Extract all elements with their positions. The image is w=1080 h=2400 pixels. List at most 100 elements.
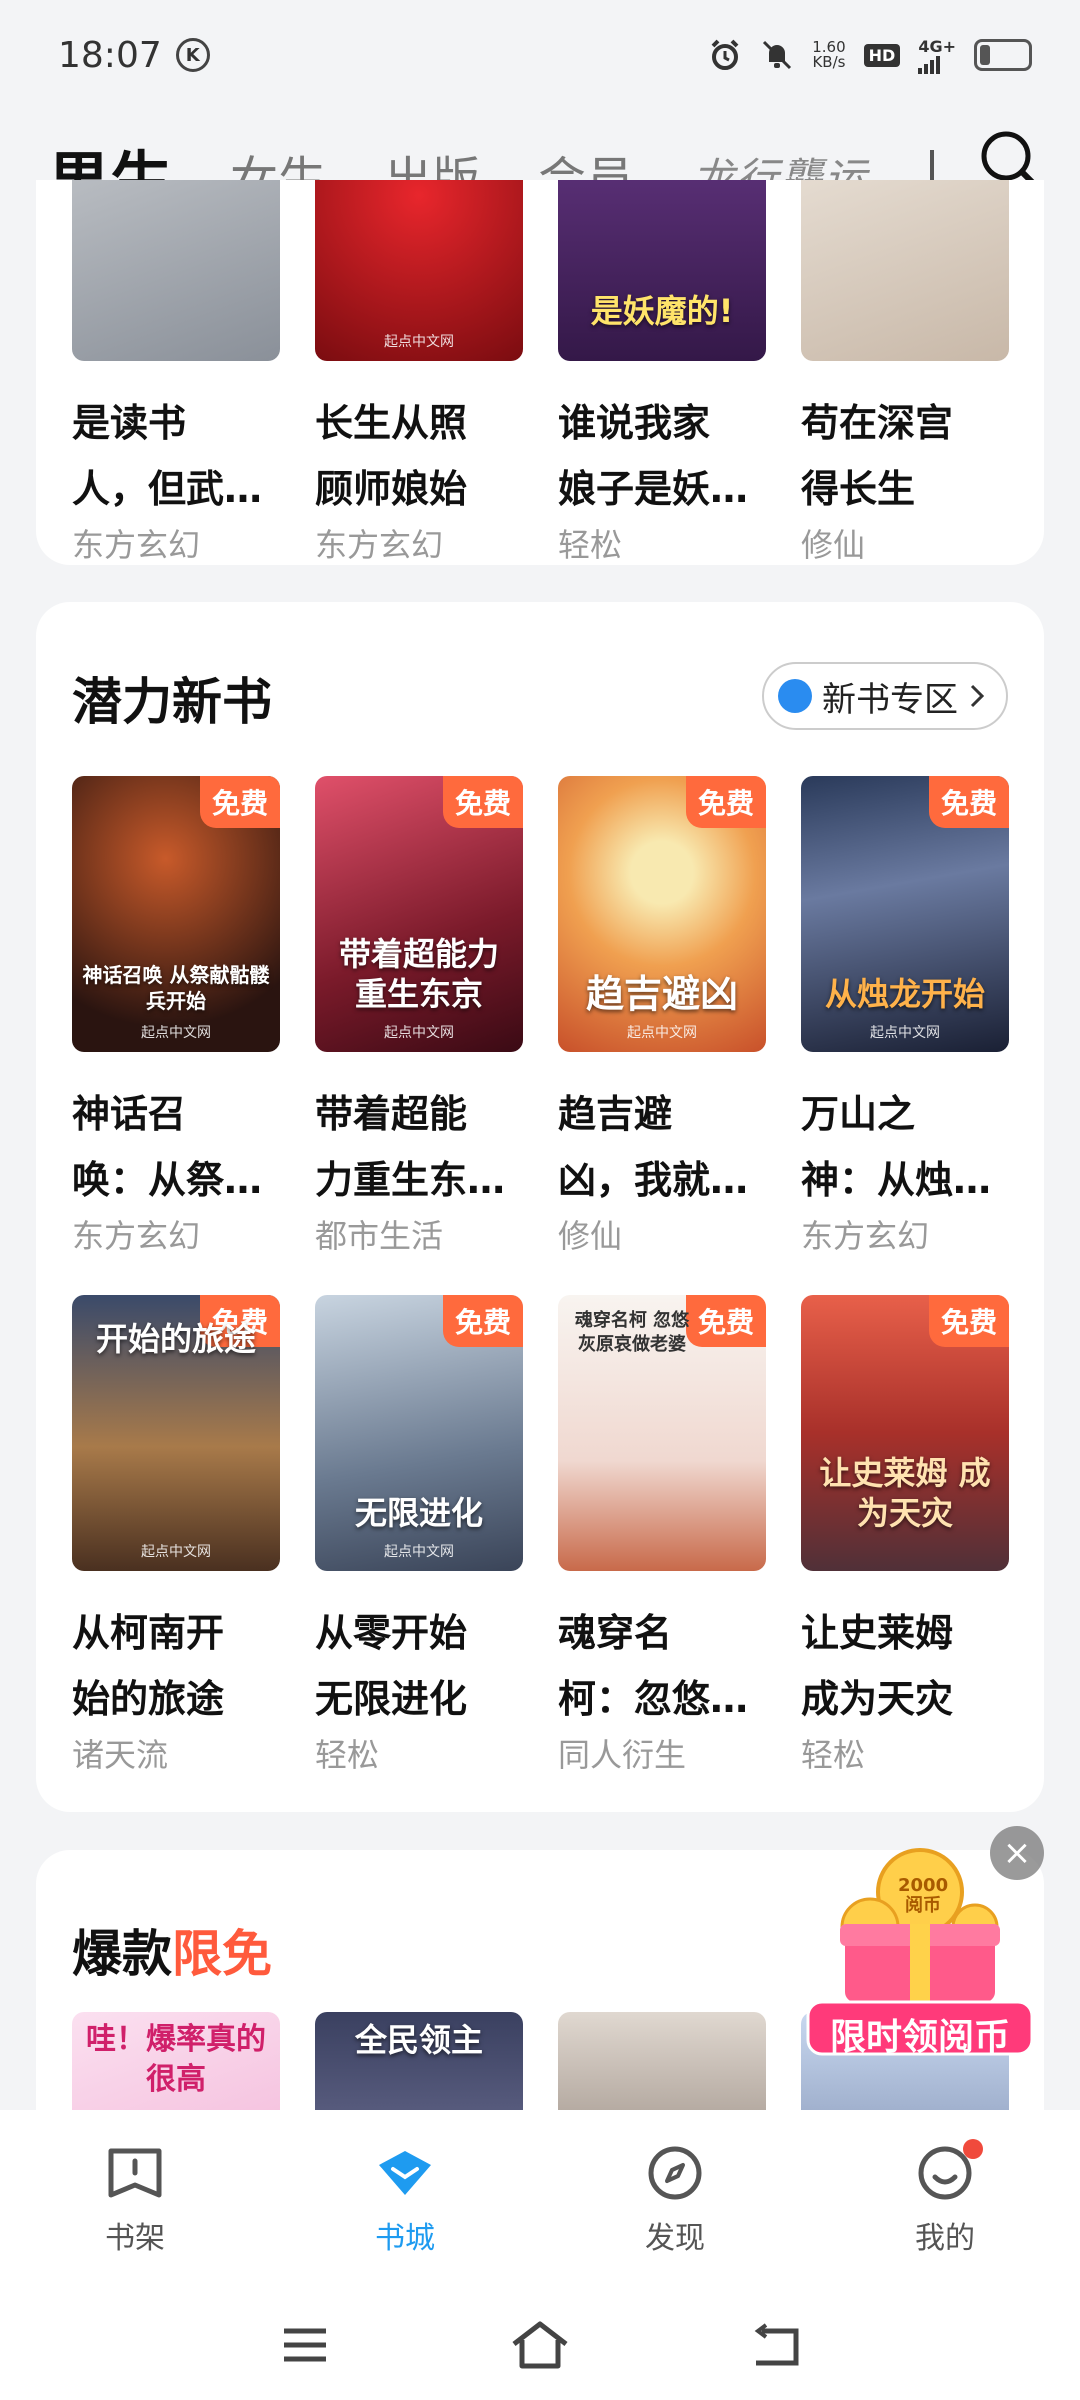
- free-badge: 免费: [199, 776, 280, 828]
- cover-publisher: 起点中文网: [627, 1025, 697, 1041]
- net-speed: 1.60 KB/s: [812, 40, 845, 70]
- net-speed-unit: KB/s: [812, 53, 846, 71]
- nav-label: 书城: [375, 2221, 435, 2256]
- bottom-nav: 书架 书城 发现 我的: [0, 2110, 1080, 2290]
- cover-publisher: 起点中文网: [870, 1025, 940, 1041]
- book-title: 魂穿名 柯：忽悠…: [558, 1611, 749, 1721]
- compass-icon: [648, 2146, 702, 2200]
- battery-icon: [974, 39, 1032, 71]
- recommend-card: 是读书 人，但武… 东方玄幻 起点中文网 长生从照 顾师娘始 东方玄幻 是妖魔的! …: [36, 180, 1044, 565]
- book-genre: 东方玄幻: [315, 526, 444, 564]
- chevron-right-icon: [970, 684, 985, 708]
- nav-bookshelf[interactable]: 书架: [35, 2143, 235, 2257]
- cover-publisher: 起点中文网: [384, 1025, 454, 1041]
- book-title: 让史莱姆 成为天灾: [801, 1611, 954, 1721]
- free-badge: 免费: [442, 776, 523, 828]
- book-title: 万山之 神：从烛…: [801, 1092, 992, 1202]
- notification-dot: [963, 2139, 983, 2159]
- book-cover: 免费 趋吉避凶 起点中文网: [558, 776, 766, 1052]
- section-title-prefix: 爆款: [72, 1925, 172, 1983]
- book-genre: 东方玄幻: [72, 1217, 201, 1255]
- nav-label: 发现: [645, 2221, 705, 2256]
- mute-icon: [763, 40, 792, 70]
- hd-badge: HD: [863, 43, 901, 67]
- book-genre: 轻松: [315, 1736, 380, 1774]
- book-genre: 修仙: [801, 526, 866, 564]
- cover-text: 神话召唤 从祭献骷髅兵开始: [82, 963, 270, 1013]
- book-genre: 同人衍生: [558, 1736, 687, 1774]
- book-cover: 免费 无限进化 起点中文网: [315, 1295, 523, 1571]
- book-genre: 都市生活: [315, 1217, 444, 1255]
- book-title: 趋吉避 凶，我就…: [558, 1092, 749, 1202]
- cover-publisher: 起点中文网: [141, 1025, 211, 1041]
- nav-mine[interactable]: 我的: [845, 2139, 1045, 2257]
- book-cover: 免费 开始的旅途 起点中文网: [72, 1295, 280, 1571]
- promo-label: 限时领阅币: [829, 2017, 1010, 2058]
- book-genre: 诸天流: [72, 1736, 169, 1774]
- cover-text: 从烛龙开始: [824, 975, 985, 1013]
- cover-text: 无限进化: [354, 1494, 483, 1532]
- nav-discover[interactable]: 发现: [575, 2143, 775, 2257]
- cover-text: 哇！爆率真的很高: [86, 2022, 266, 2097]
- section-title-highlight: 限免: [172, 1925, 272, 1983]
- back-icon[interactable]: [750, 2323, 800, 2367]
- book-cover: 免费 带着超能力 重生东京 起点中文网: [315, 776, 523, 1052]
- book-genre: 修仙: [558, 1217, 623, 1255]
- book-genre: 东方玄幻: [72, 526, 201, 564]
- book-title: 是读书 人，但武…: [72, 401, 263, 511]
- book-title: 谁说我家 娘子是妖…: [558, 401, 749, 511]
- signal-icon: 4G+: [918, 37, 956, 74]
- status-time-group: 18:07 K: [58, 35, 210, 76]
- book-cover: [72, 180, 280, 361]
- zone-label: 新书专区: [822, 679, 958, 720]
- network-type: 4G+: [918, 36, 956, 56]
- status-icons: 1.60 KB/s HD 4G+: [708, 37, 1032, 74]
- nav-label: 书架: [105, 2221, 165, 2256]
- book-title: 带着超能 力重生东…: [315, 1092, 506, 1202]
- tab-divider: [930, 150, 934, 180]
- cover-publisher: 起点中文网: [384, 334, 454, 350]
- nav-label: 我的: [915, 2221, 975, 2256]
- system-nav-bar: [0, 2290, 1080, 2400]
- cover-text: 魂穿名柯 忽悠灰原哀做老婆: [574, 1310, 690, 1355]
- book-cover: 起点中文网: [315, 180, 523, 361]
- section-title: 潜力新书: [72, 673, 272, 731]
- nav-bookstore[interactable]: 书城: [305, 2143, 505, 2257]
- status-bar: 18:07 K 1.60 KB/s HD 4G+: [0, 0, 1080, 110]
- promo-coin-text: 2000阅币: [898, 1875, 949, 1916]
- book-cover: 免费 神话召唤 从祭献骷髅兵开始 起点中文网: [72, 776, 280, 1052]
- book-cover: 免费 魂穿名柯 忽悠灰原哀做老婆: [558, 1295, 766, 1571]
- book-genre: 东方玄幻: [801, 1217, 930, 1255]
- book-title: 从零开始 无限进化: [315, 1611, 468, 1721]
- book-title: 神话召 唤：从祭…: [72, 1092, 263, 1202]
- book-cover: 是妖魔的!: [558, 180, 766, 361]
- free-badge: 免费: [442, 1295, 523, 1347]
- book-title: 苟在深宫 得长生: [801, 401, 954, 511]
- cover-text: 让史莱姆 成为天灾: [819, 1454, 991, 1532]
- zone-icon: [778, 679, 812, 713]
- home-icon[interactable]: [510, 2320, 570, 2370]
- cover-text: 趋吉避凶: [585, 972, 738, 1016]
- new-book-zone-button[interactable]: 新书专区: [762, 662, 1008, 730]
- free-badge: 免费: [928, 776, 1009, 828]
- book-title: 长生从照 顾师娘始: [315, 401, 468, 511]
- book-genre: 轻松: [801, 1736, 866, 1774]
- cover-publisher: 起点中文网: [384, 1544, 454, 1560]
- book-title: 从柯南开 始的旅途: [72, 1611, 225, 1721]
- free-badge: 免费: [685, 776, 766, 828]
- book-cover: [801, 180, 1009, 361]
- cover-text: 带着超能力 重生东京: [338, 935, 499, 1013]
- cover-text: 开始的旅途: [95, 1320, 256, 1358]
- close-icon[interactable]: ×: [990, 1826, 1044, 1880]
- status-time: 18:07: [58, 34, 162, 76]
- cover-publisher: 起点中文网: [141, 1544, 211, 1560]
- alarm-icon: [711, 39, 739, 70]
- free-badge: 免费: [928, 1295, 1009, 1347]
- k-app-icon: K: [175, 38, 210, 72]
- new-books-card: 潜力新书 新书专区 免费 神话召唤 从祭献骷髅兵开始 起点中文网 神话召 唤：从祭…: [36, 602, 1044, 1812]
- menu-icon[interactable]: [280, 2325, 330, 2365]
- cover-text: 是妖魔的!: [590, 292, 734, 330]
- book-genre: 轻松: [558, 526, 623, 564]
- cover-text: 全民领主: [354, 2021, 483, 2059]
- book-cover: 免费 让史莱姆 成为天灾: [801, 1295, 1009, 1571]
